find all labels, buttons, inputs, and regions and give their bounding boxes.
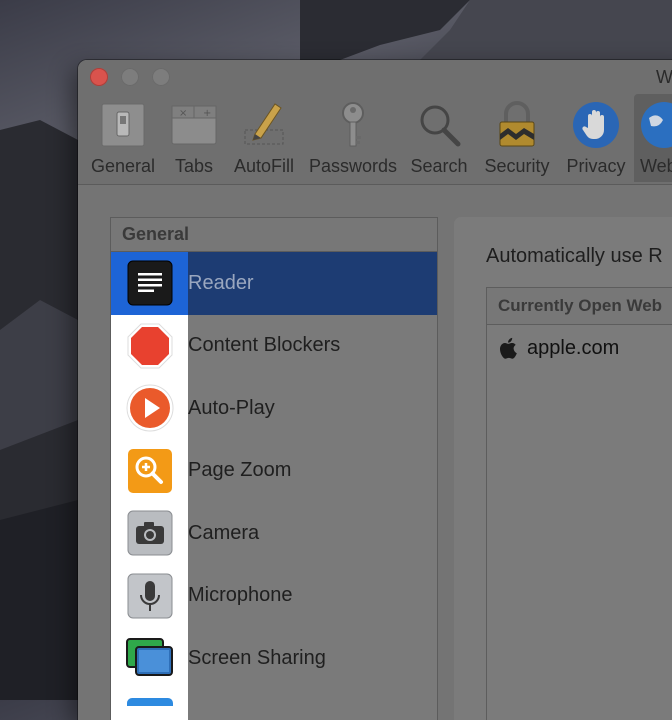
sidebar-item-camera[interactable]: Camera (111, 502, 437, 565)
svg-text:+: + (203, 108, 211, 119)
icon-cell (111, 565, 188, 628)
sidebar-item-label: Page Zoom (188, 459, 291, 482)
autofill-pencil-icon (239, 100, 289, 150)
lock-icon (492, 100, 542, 150)
tab-label: Privacy (560, 156, 632, 177)
sidebar-item-auto-play[interactable]: Auto-Play (111, 377, 437, 440)
sidebar-item-microphone[interactable]: Microphone (111, 565, 437, 628)
sidebar-item-label: Content Blockers (188, 334, 340, 357)
website-settings-list: General Reader (110, 217, 438, 720)
tab-passwords[interactable]: Passwords (304, 94, 402, 182)
screen-sharing-icon (125, 635, 175, 681)
icon-cell (111, 502, 188, 565)
apple-logo-icon (499, 337, 517, 359)
tab-security[interactable]: Security (478, 94, 556, 182)
magnifier-icon (414, 100, 464, 150)
icon-cell (111, 252, 188, 315)
preferences-toolbar: General × + Tabs Aut (78, 94, 672, 184)
open-websites-table: Currently Open Web apple.com (486, 287, 672, 720)
tab-label: Tabs (164, 156, 224, 177)
tab-autofill[interactable]: AutoFill (228, 94, 300, 182)
sidebar-item-screen-sharing[interactable]: Screen Sharing (111, 627, 437, 690)
icon-cell (111, 627, 188, 690)
tab-label: General (86, 156, 160, 177)
sidebar-item-label: Microphone (188, 584, 293, 607)
partial-app-icon (127, 698, 173, 706)
website-row[interactable]: apple.com (487, 325, 672, 371)
sidebar-item-page-zoom[interactable]: Page Zoom (111, 440, 437, 503)
sidebar-item-label: Auto-Play (188, 397, 275, 420)
sidebar-item-reader[interactable]: Reader (111, 252, 437, 315)
website-label: apple.com (527, 337, 619, 360)
stop-sign-icon (126, 322, 174, 370)
zoom-window-button[interactable] (152, 68, 170, 86)
tab-tabs[interactable]: × + Tabs (164, 94, 224, 182)
open-websites-header: Currently Open Web (487, 288, 672, 325)
reader-icon (127, 260, 173, 306)
tab-label: Security (478, 156, 556, 177)
tab-search[interactable]: Search (404, 94, 474, 182)
close-window-button[interactable] (90, 68, 108, 86)
globe-icon (639, 100, 672, 150)
tab-label: Web (634, 156, 672, 177)
window-title: W (656, 67, 672, 88)
sidebar-item-partial[interactable] (111, 690, 437, 720)
website-detail-panel: Automatically use R Currently Open Web a… (454, 217, 672, 720)
icon-cell (111, 690, 188, 720)
general-icon (98, 100, 148, 150)
key-icon (328, 100, 378, 150)
automatically-use-text: Automatically use R (486, 245, 663, 268)
list-section-header: General (111, 218, 437, 252)
icon-cell (111, 377, 188, 440)
safari-preferences-window: W General × + Tabs (78, 60, 672, 720)
hand-icon (571, 100, 621, 150)
tabs-icon: × + (169, 100, 219, 150)
tab-label: Passwords (304, 156, 402, 177)
tab-general[interactable]: General (86, 94, 160, 182)
sidebar-item-label: Screen Sharing (188, 647, 326, 670)
sidebar-item-label: Camera (188, 522, 259, 545)
microphone-icon (127, 573, 173, 619)
title-bar: W General × + Tabs (78, 60, 672, 185)
sidebar-item-content-blockers[interactable]: Content Blockers (111, 315, 437, 378)
minimize-window-button[interactable] (121, 68, 139, 86)
icon-cell (111, 440, 188, 503)
tab-label: AutoFill (228, 156, 300, 177)
tab-label: Search (404, 156, 474, 177)
svg-text:×: × (179, 108, 187, 119)
zoom-icon (127, 448, 173, 494)
sidebar-item-label: Reader (188, 272, 254, 295)
play-icon (126, 384, 174, 432)
icon-cell (111, 315, 188, 378)
tab-websites[interactable]: Web (634, 94, 672, 182)
preferences-content: General Reader (78, 185, 672, 720)
camera-icon (127, 510, 173, 556)
tab-privacy[interactable]: Privacy (560, 94, 632, 182)
